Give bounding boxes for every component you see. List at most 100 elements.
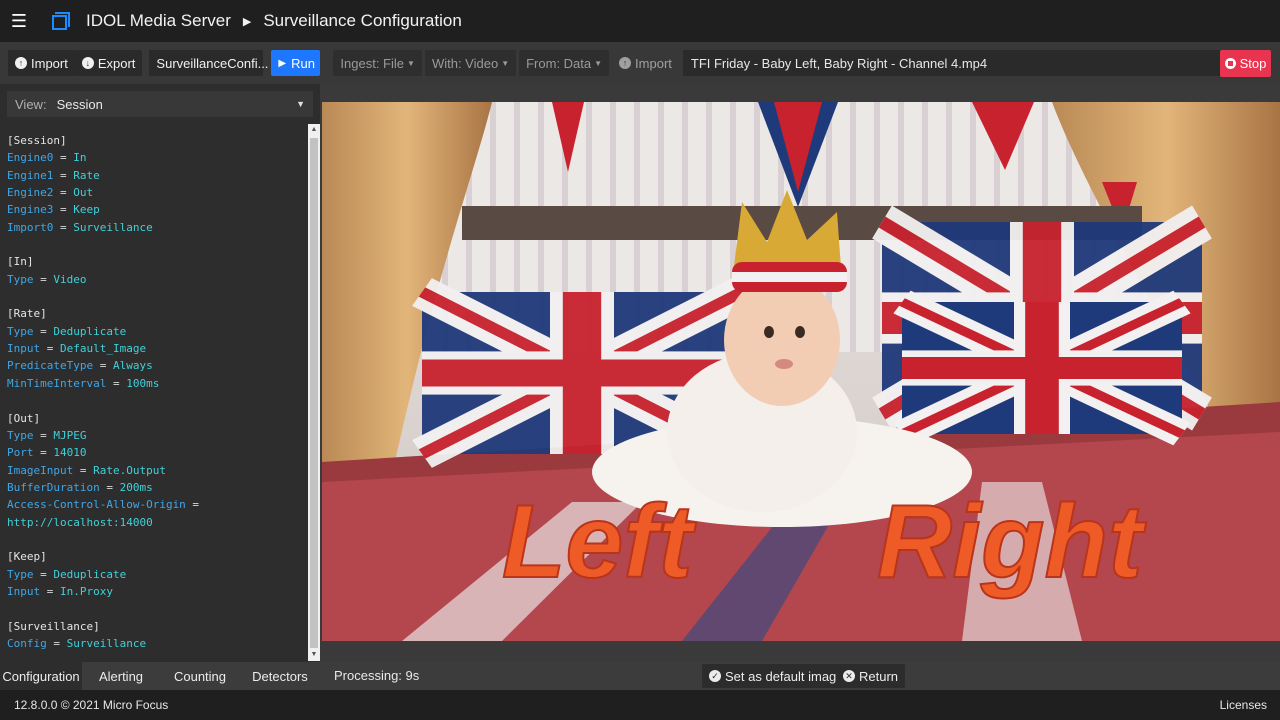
config-key: MinTimeInterval <box>7 376 107 390</box>
view-select[interactable]: View: Session ▼ <box>7 91 313 117</box>
download-icon: ↓ <box>81 57 94 69</box>
upload-icon: ↑ <box>15 57 27 69</box>
config-value: Keep <box>73 203 100 217</box>
tab-alerting[interactable]: Alerting <box>82 662 160 690</box>
close-circle-icon: ✕ <box>843 670 855 682</box>
scroll-thumb[interactable] <box>310 138 318 648</box>
config-line: [In] <box>7 253 308 270</box>
source-filename-input[interactable]: TFI Friday - Baby Left, Baby Right - Cha… <box>682 50 1257 76</box>
processing-status: Processing: 9s <box>334 668 420 683</box>
video-preview[interactable]: Left Right <box>322 102 1280 641</box>
editor-scrollbar[interactable]: ▲ ▼ <box>308 124 320 661</box>
config-value: Deduplicate <box>53 567 127 581</box>
licenses-link[interactable]: Licenses <box>1220 698 1267 712</box>
config-line: Engine3 = Keep <box>7 201 308 218</box>
config-section-header: [Out] <box>7 411 41 425</box>
config-equals: = <box>53 151 74 165</box>
with-select[interactable]: With: Video ▼ <box>424 50 517 76</box>
import-button[interactable]: ↑ Import <box>8 50 75 76</box>
with-label: With: Video <box>431 55 499 71</box>
config-value: Rate <box>73 168 100 182</box>
config-line: PredicateType = Always <box>7 357 308 374</box>
view-value: Session <box>56 96 103 112</box>
scroll-up-icon[interactable]: ▲ <box>308 124 320 136</box>
config-line: Type = Deduplicate <box>7 323 308 340</box>
upload-icon: ↑ <box>619 57 632 69</box>
return-button[interactable]: ✕ Return <box>836 664 906 688</box>
config-key: ImageInput <box>7 463 74 477</box>
ingest-select[interactable]: Ingest: File ▼ <box>333 50 422 76</box>
play-icon: ▶ <box>278 57 287 69</box>
config-value: In.Proxy <box>60 584 113 598</box>
config-name: SurveillanceConfi... <box>156 55 269 71</box>
config-equals: = <box>93 359 113 373</box>
tab-configuration[interactable]: Configuration <box>0 662 82 690</box>
video-image: Left Right <box>322 102 1280 641</box>
config-equals: = <box>40 342 60 356</box>
config-line: Input = In.Proxy <box>7 583 308 600</box>
config-line: [Session] <box>7 132 308 149</box>
config-value: In <box>73 151 87 165</box>
config-equals: = <box>53 186 74 200</box>
run-button[interactable]: ▶ Run <box>271 50 321 76</box>
config-line: Input = Default_Image <box>7 340 308 357</box>
config-key: Engine3 <box>7 203 54 217</box>
config-line <box>7 600 308 617</box>
from-label: From: Data <box>526 55 592 71</box>
config-key: Type <box>7 324 34 338</box>
breadcrumb-caret-icon: ▶ <box>242 15 252 28</box>
stop-label: Stop <box>1239 56 1267 71</box>
config-key: Type <box>7 272 34 286</box>
export-label: Export <box>97 55 136 71</box>
app-name[interactable]: IDOL Media Server <box>86 11 231 31</box>
video-frame: Left Right <box>320 84 1280 662</box>
config-line: ImageInput = Rate.Output <box>7 462 308 479</box>
config-equals: = <box>33 567 54 581</box>
config-name-field[interactable]: SurveillanceConfi... <box>149 50 268 76</box>
tab-detectors[interactable]: Detectors <box>240 662 320 690</box>
config-key: Engine2 <box>7 186 54 200</box>
config-line: BufferDuration = 200ms <box>7 479 308 496</box>
config-equals: = <box>53 168 74 182</box>
config-equals: = <box>99 480 120 494</box>
caret-down-icon: ▼ <box>407 58 415 68</box>
config-line <box>7 531 308 548</box>
config-value: Surveillance <box>66 636 147 650</box>
config-equals: = <box>46 636 67 650</box>
config-line: MinTimeInterval = 100ms <box>7 375 308 392</box>
config-section-header: [Keep] <box>7 550 47 564</box>
tab-counting[interactable]: Counting <box>160 662 240 690</box>
export-button[interactable]: ↓ Export <box>74 50 143 76</box>
view-label: View: <box>15 96 47 112</box>
stop-button[interactable]: Stop <box>1220 50 1271 77</box>
config-editor[interactable]: [Session] Engine0 = In Engine1 = Rate Engin… <box>0 124 308 660</box>
config-line: Engine2 = Out <box>7 184 308 201</box>
caption-right: Right <box>877 484 1147 600</box>
config-value: 100ms <box>126 376 160 390</box>
import-source-button[interactable]: ↑ Import <box>612 50 679 76</box>
config-section-header: [Rate] <box>7 307 47 321</box>
import-label: Import <box>31 55 68 71</box>
config-key: Import0 <box>7 220 54 234</box>
config-value: Rate.Output <box>93 463 166 477</box>
config-panel: View: Session ▼ [Session] Engine0 = In Eng… <box>0 84 320 662</box>
config-key: Type <box>7 428 34 442</box>
set-default-image-button[interactable]: ✓ Set as default image <box>702 664 851 688</box>
config-key: PredicateType <box>7 359 94 373</box>
config-section-header: [Surveillance] <box>7 619 100 633</box>
config-value: http://localhost:14000 <box>7 515 153 529</box>
from-select[interactable]: From: Data ▼ <box>519 50 610 76</box>
caret-down-icon: ▼ <box>501 58 510 68</box>
status-bar: 12.8.0.0 © 2021 Micro Focus Licenses <box>0 690 1280 720</box>
toolbar: ↑ Import ↓ Export SurveillanceConfi... ▶… <box>0 42 1280 84</box>
title-bar: ☰ IDOL Media Server ▶ Surveillance Confi… <box>0 0 1280 42</box>
config-key: Input <box>7 584 41 598</box>
scroll-down-icon[interactable]: ▼ <box>308 649 320 661</box>
caret-down-icon: ▼ <box>296 99 305 109</box>
config-line: Import0 = Surveillance <box>7 219 308 236</box>
check-circle-icon: ✓ <box>709 670 721 682</box>
config-value: 200ms <box>119 480 153 494</box>
hamburger-menu-icon[interactable]: ☰ <box>0 0 38 42</box>
caption-left: Left <box>502 484 697 600</box>
config-line: Type = Deduplicate <box>7 566 308 583</box>
